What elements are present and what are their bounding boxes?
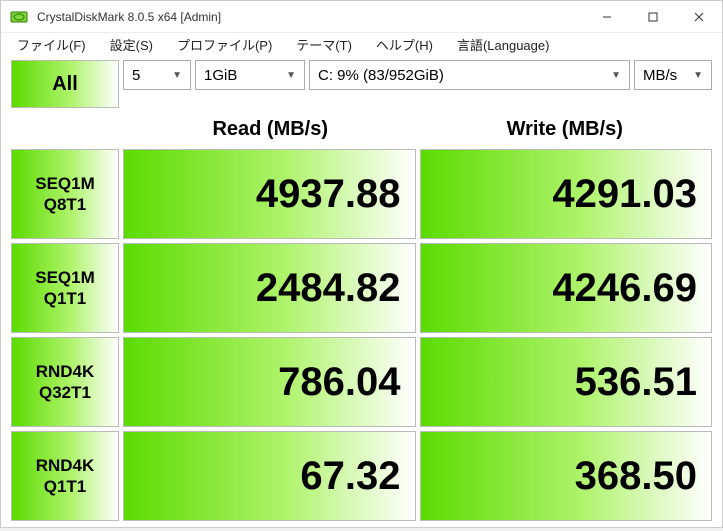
test-row: SEQ1M Q1T1 2484.82 4246.69 bbox=[11, 243, 712, 333]
test-line2: Q8T1 bbox=[44, 194, 87, 215]
unit-value: MB/s bbox=[643, 67, 677, 84]
app-window: CrystalDiskMark 8.0.5 x64 [Admin] ファイル(F… bbox=[0, 0, 723, 528]
runs-select[interactable]: 5 ▼ bbox=[123, 60, 191, 90]
test-line1: RND4K bbox=[36, 361, 95, 382]
minimize-button[interactable] bbox=[584, 1, 630, 33]
menu-language[interactable]: 言語(Language) bbox=[447, 33, 560, 56]
drive-select[interactable]: C: 9% (83/952GiB) ▼ bbox=[309, 60, 630, 90]
write-value: 4246.69 bbox=[420, 243, 713, 333]
test-line2: Q32T1 bbox=[39, 382, 91, 403]
header-read: Read (MB/s) bbox=[123, 112, 418, 147]
run-all-button[interactable]: All bbox=[11, 60, 119, 108]
write-value: 4291.03 bbox=[420, 149, 713, 239]
test-line1: RND4K bbox=[36, 455, 95, 476]
chevron-down-icon: ▼ bbox=[687, 70, 703, 81]
size-value: 1GiB bbox=[204, 67, 237, 84]
run-seq1m-q8t1-button[interactable]: SEQ1M Q8T1 bbox=[11, 149, 119, 239]
run-rnd4k-q1t1-button[interactable]: RND4K Q1T1 bbox=[11, 431, 119, 521]
test-line2: Q1T1 bbox=[44, 476, 87, 497]
run-seq1m-q1t1-button[interactable]: SEQ1M Q1T1 bbox=[11, 243, 119, 333]
run-rnd4k-q32t1-button[interactable]: RND4K Q32T1 bbox=[11, 337, 119, 427]
read-value: 786.04 bbox=[123, 337, 416, 427]
chevron-down-icon: ▼ bbox=[280, 70, 296, 81]
test-row: RND4K Q1T1 67.32 368.50 bbox=[11, 431, 712, 521]
app-icon bbox=[9, 7, 29, 27]
runs-value: 5 bbox=[132, 67, 140, 84]
test-line2: Q1T1 bbox=[44, 288, 87, 309]
column-headers: Read (MB/s) Write (MB/s) bbox=[1, 110, 722, 147]
chevron-down-icon: ▼ bbox=[166, 70, 182, 81]
unit-select[interactable]: MB/s ▼ bbox=[634, 60, 712, 90]
menu-settings[interactable]: 設定(S) bbox=[100, 33, 163, 56]
toolbar: All 5 ▼ 1GiB ▼ C: 9% (83/952GiB) ▼ MB/s … bbox=[1, 56, 722, 110]
size-select[interactable]: 1GiB ▼ bbox=[195, 60, 305, 90]
test-row: SEQ1M Q8T1 4937.88 4291.03 bbox=[11, 149, 712, 239]
maximize-button[interactable] bbox=[630, 1, 676, 33]
chevron-down-icon: ▼ bbox=[605, 70, 621, 81]
menu-theme[interactable]: テーマ(T) bbox=[286, 33, 362, 56]
menu-file[interactable]: ファイル(F) bbox=[7, 33, 96, 56]
test-line1: SEQ1M bbox=[35, 173, 95, 194]
menubar: ファイル(F) 設定(S) プロファイル(P) テーマ(T) ヘルプ(H) 言語… bbox=[1, 33, 722, 56]
drive-value: C: 9% (83/952GiB) bbox=[318, 67, 444, 84]
test-row: RND4K Q32T1 786.04 536.51 bbox=[11, 337, 712, 427]
titlebar: CrystalDiskMark 8.0.5 x64 [Admin] bbox=[1, 1, 722, 33]
window-title: CrystalDiskMark 8.0.5 x64 [Admin] bbox=[37, 10, 584, 24]
menu-help[interactable]: ヘルプ(H) bbox=[366, 33, 443, 56]
results-grid: SEQ1M Q8T1 4937.88 4291.03 SEQ1M Q1T1 24… bbox=[1, 147, 722, 531]
read-value: 4937.88 bbox=[123, 149, 416, 239]
window-buttons bbox=[584, 1, 722, 33]
read-value: 67.32 bbox=[123, 431, 416, 521]
write-value: 368.50 bbox=[420, 431, 713, 521]
close-button[interactable] bbox=[676, 1, 722, 33]
menu-profile[interactable]: プロファイル(P) bbox=[167, 33, 282, 56]
header-write: Write (MB/s) bbox=[418, 112, 713, 147]
test-line1: SEQ1M bbox=[35, 267, 95, 288]
read-value: 2484.82 bbox=[123, 243, 416, 333]
write-value: 536.51 bbox=[420, 337, 713, 427]
